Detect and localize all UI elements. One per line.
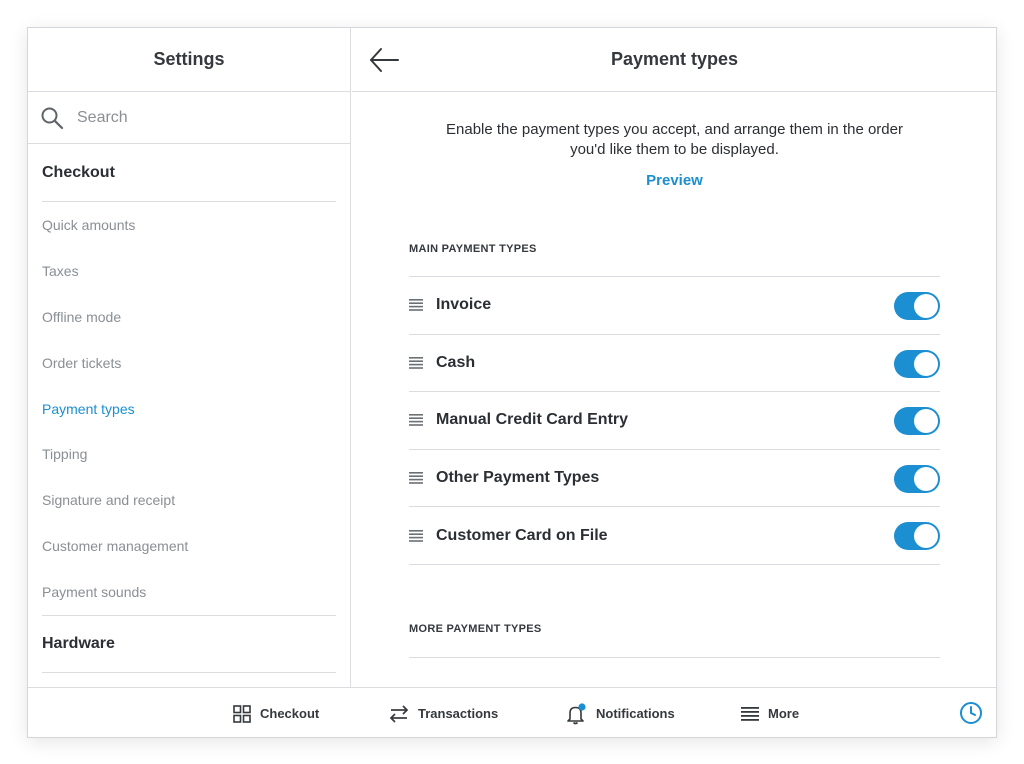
main-payment-types-list: Invoice Cash Manual Credit Card Entry Ot… [409, 276, 940, 565]
toggle-knob [914, 524, 938, 549]
customer-card-on-file-toggle[interactable] [894, 522, 940, 551]
payment-type-label: Customer Card on File [436, 526, 608, 544]
more-payment-types-heading: MORE PAYMENT TYPES [409, 622, 542, 635]
tab-more[interactable]: More [741, 688, 800, 737]
list-item: Other Payment Types [409, 450, 940, 508]
invoice-toggle[interactable] [894, 292, 940, 320]
cash-toggle[interactable] [894, 349, 940, 378]
payment-type-label: Manual Credit Card Entry [436, 411, 629, 429]
sidebar-item-tipping[interactable]: Tipping [42, 431, 336, 477]
drag-handle-icon[interactable] [409, 299, 423, 312]
tab-transactions[interactable]: Transactions [389, 688, 499, 737]
toggle-knob [914, 294, 938, 318]
app-window: Settings Checkout Quick amounts Taxes Of… [27, 27, 997, 738]
swap-arrows-icon [389, 704, 409, 723]
sidebar-item-order-tickets[interactable]: Order tickets [42, 340, 336, 386]
toggle-knob [914, 466, 938, 491]
tab-notifications[interactable]: Notifications [565, 688, 675, 737]
sidebar-item-customer-management[interactable]: Customer management [42, 523, 336, 569]
section-checkout: Checkout [42, 144, 336, 202]
page-title: Payment types [610, 49, 739, 69]
clock-icon[interactable] [959, 701, 983, 725]
intro-line-2: you'd like them to be displayed. [570, 141, 779, 158]
search-icon [41, 107, 64, 129]
sidebar-item-offline-mode[interactable]: Offline mode [42, 294, 336, 340]
drag-handle-icon[interactable] [409, 356, 423, 369]
page-header: Payment types [352, 28, 996, 92]
payment-type-label: Cash [436, 353, 476, 371]
intro-text: Enable the payment types you accept, and… [352, 120, 996, 160]
drag-handle-icon[interactable] [409, 472, 423, 484]
drag-handle-icon[interactable] [409, 529, 423, 542]
section-hardware: Hardware [42, 616, 336, 674]
list-item: Customer Card on File [409, 507, 940, 565]
search-bar[interactable] [28, 92, 350, 144]
sidebar-item-payment-sounds[interactable]: Payment sounds [42, 569, 336, 615]
settings-sidebar: Settings Checkout Quick amounts Taxes Of… [28, 28, 351, 687]
list-item: Manual Credit Card Entry [409, 392, 940, 450]
tab-more-label: More [768, 706, 800, 721]
tab-notifications-label: Notifications [596, 706, 675, 721]
sidebar-item-payment-types[interactable]: Payment types [42, 386, 336, 432]
tab-checkout-label: Checkout [260, 706, 320, 721]
hamburger-icon [741, 706, 759, 721]
search-input[interactable] [77, 108, 317, 127]
toggle-knob [914, 409, 938, 434]
list-item: Cash [409, 335, 940, 393]
list-item: Invoice [409, 277, 940, 335]
tab-checkout[interactable]: Checkout [233, 688, 320, 737]
toggle-knob [914, 351, 938, 376]
sidebar-title: Settings [28, 28, 350, 92]
divider [409, 656, 940, 658]
checkout-nav-list: Quick amounts Taxes Offline mode Order t… [42, 202, 336, 617]
manual-credit-card-entry-toggle[interactable] [894, 407, 940, 436]
main-payment-types-heading: MAIN PAYMENT TYPES [409, 243, 537, 255]
intro-line-1: Enable the payment types you accept, and… [446, 121, 903, 138]
sidebar-item-taxes[interactable]: Taxes [42, 248, 336, 294]
payment-type-label: Other Payment Types [436, 469, 600, 487]
drag-handle-icon[interactable] [409, 414, 423, 427]
payment-types-panel: Payment types Enable the payment types y… [352, 28, 996, 687]
sidebar-item-quick-amounts[interactable]: Quick amounts [42, 202, 336, 248]
other-payment-types-toggle[interactable] [894, 464, 940, 493]
preview-link[interactable]: Preview [352, 172, 996, 189]
arrow-left-icon[interactable] [368, 46, 400, 74]
tab-transactions-label: Transactions [418, 706, 499, 721]
bottom-nav: Checkout Transactions Notifications More [28, 687, 996, 737]
grid-icon [233, 704, 251, 723]
payment-type-label: Invoice [436, 296, 492, 314]
sidebar-item-signature-and-receipt[interactable]: Signature and receipt [42, 477, 336, 523]
bell-icon [567, 702, 586, 724]
